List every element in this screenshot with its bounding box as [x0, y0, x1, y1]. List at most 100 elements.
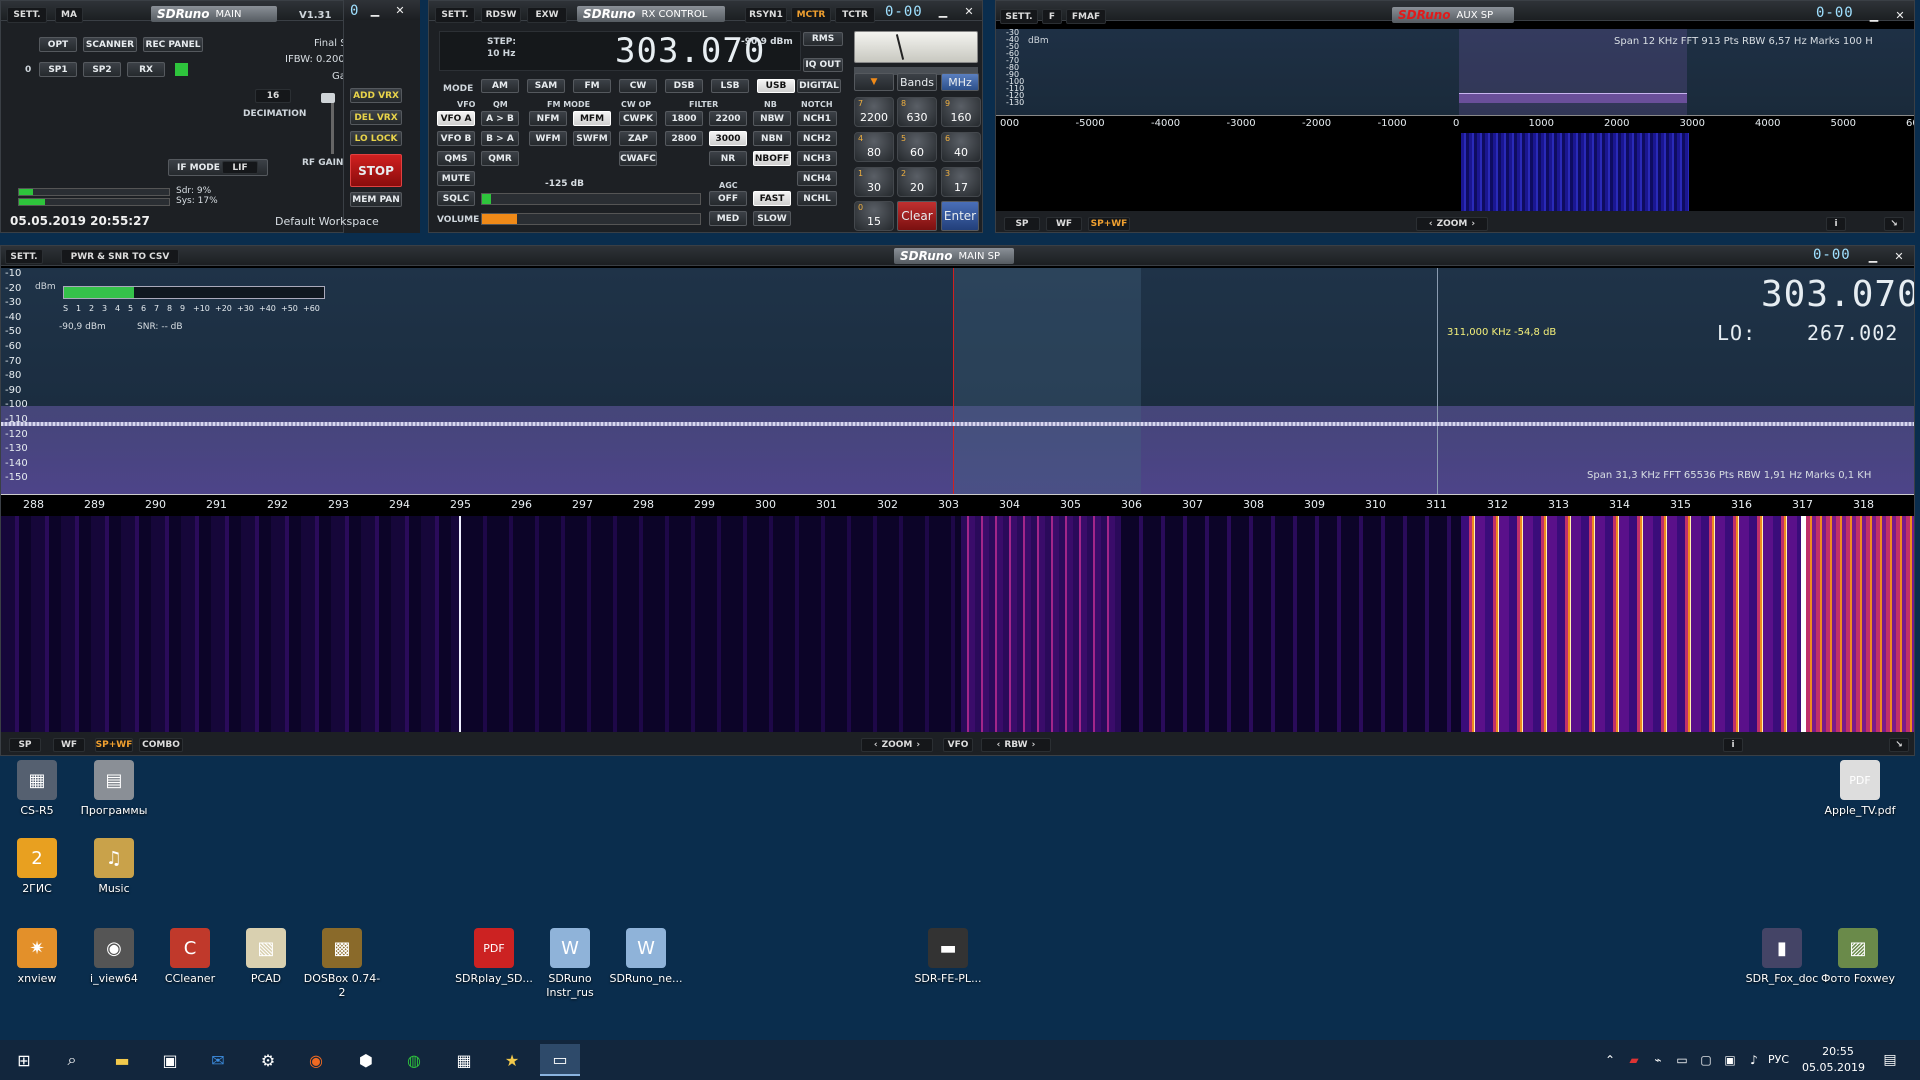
aux-close-button[interactable]: ✕ [1892, 7, 1908, 23]
rms-button[interactable]: RMS [803, 32, 843, 46]
main-sp-sett-button[interactable]: SETT. [5, 249, 43, 264]
mode-sam-button[interactable]: SAM [527, 79, 565, 93]
main-minimize-button[interactable]: ▁ [367, 2, 383, 18]
aux-minimize-button[interactable]: ▁ [1866, 7, 1882, 23]
del-vrx-button[interactable]: DEL VRX [350, 110, 402, 125]
rec-panel-button[interactable]: REC PANEL [143, 37, 203, 52]
nbn-button[interactable]: NBN [753, 131, 791, 146]
qmr-button[interactable]: QMR [481, 151, 519, 166]
desktop-icon-9[interactable]: PDF SDRplay_SD... [454, 928, 534, 986]
desktop-icon-4[interactable]: ✷ xnview [0, 928, 77, 986]
digital-button[interactable]: DIGITAL [797, 79, 841, 93]
desktop-icon-10[interactable]: W SDRuno Instr_rus [530, 928, 610, 1000]
settings-gear-icon[interactable]: ⚙ [248, 1044, 288, 1076]
whatsapp-icon[interactable]: ◍ [394, 1044, 434, 1076]
filter-2800-button[interactable]: 2800 [665, 131, 703, 146]
nch4-button[interactable]: NCH4 [797, 171, 837, 186]
nch2-button[interactable]: NCH2 [797, 131, 837, 146]
main-sett-button[interactable]: SETT. [7, 7, 47, 23]
rx-button[interactable]: RX [127, 62, 165, 77]
aux-zoom-control[interactable]: ‹ ZOOM › [1416, 217, 1488, 231]
rf-gain-slider-handle[interactable] [321, 93, 335, 103]
main-resize-icon[interactable]: ↘ [1889, 738, 1909, 752]
rsyn1-button[interactable]: RSYN1 [745, 7, 787, 23]
exw-button[interactable]: EXW [527, 7, 567, 23]
aux-info-button[interactable]: i [1826, 217, 1846, 231]
combo-button[interactable]: COMBO [139, 738, 183, 752]
nr-button[interactable]: NR [709, 151, 747, 166]
aux-waterfall[interactable] [996, 133, 1914, 211]
main-wf-button[interactable]: WF [53, 738, 85, 752]
scanner-button[interactable]: SCANNER [83, 37, 137, 52]
desktop-icon-12[interactable]: ▬ SDR-FE-PL... [908, 928, 988, 986]
vfo-a-button[interactable]: VFO A [437, 111, 475, 126]
desktop-icon-0[interactable]: ▦ CS-R5 [0, 760, 77, 818]
desktop-icon-13[interactable]: PDF Apple_TV.pdf [1820, 760, 1900, 818]
file-explorer-icon[interactable]: ▬ [102, 1044, 142, 1076]
nbw-button[interactable]: NBW [753, 111, 791, 126]
mail-icon[interactable]: ✉ [198, 1044, 238, 1076]
volume-slider[interactable] [481, 213, 701, 225]
filter-3000-button[interactable]: 3000 [709, 131, 747, 146]
lo-lock-button[interactable]: LO LOCK [350, 131, 402, 146]
mode-lsb-button[interactable]: LSB [711, 79, 749, 93]
sdruno-taskbar-icon[interactable]: ▭ [540, 1044, 580, 1076]
band-arrow-button[interactable]: ▼ [854, 73, 894, 91]
keypad-5-button[interactable]: 5 60 [897, 132, 937, 162]
bands-button[interactable]: Bands [897, 73, 937, 91]
mode-dsb-button[interactable]: DSB [665, 79, 703, 93]
main-info-button[interactable]: i [1723, 738, 1743, 752]
notification-center-icon[interactable]: ▤ [1870, 1044, 1910, 1076]
filter-1800-button[interactable]: 1800 [665, 111, 703, 126]
keypad-7-button[interactable]: 7 2200 [854, 97, 894, 127]
iq-out-button[interactable]: IQ OUT [803, 58, 843, 72]
keyboard-language[interactable]: РУС [1768, 1053, 1789, 1066]
search-icon[interactable]: ⌕ [52, 1044, 92, 1076]
aux-sett-button[interactable]: SETT. [1000, 9, 1038, 24]
desktop-icon-11[interactable]: W SDRuno_ne... [606, 928, 686, 986]
desktop-icon-8[interactable]: ▩ DOSBox 0.74-2 [302, 928, 382, 1000]
vfo-b-button[interactable]: VFO B [437, 131, 475, 146]
desktop-icon-1[interactable]: ▤ Программы [74, 760, 154, 818]
main-ma-button[interactable]: MA [55, 7, 83, 23]
sqlc-button[interactable]: SQLC [437, 191, 475, 206]
keypad-2-button[interactable]: 2 20 [897, 167, 937, 197]
squelch-slider[interactable] [481, 193, 701, 205]
firefox-icon[interactable]: ◉ [296, 1044, 336, 1076]
aux-f-button[interactable]: F [1042, 9, 1062, 24]
desktop-icon-5[interactable]: ◉ i_view64 [74, 928, 154, 986]
qms-button[interactable]: QMS [437, 151, 475, 166]
fmaf-button[interactable]: FMAF [1066, 9, 1106, 24]
desktop-icon-7[interactable]: ▧ PCAD [226, 928, 306, 986]
stop-button[interactable]: STOP [350, 154, 402, 187]
main-zoom-control[interactable]: ‹ ZOOM › [861, 738, 933, 752]
nchl-button[interactable]: NCHL [797, 191, 837, 206]
opt-button[interactable]: OPT [39, 37, 77, 52]
taskbar-date[interactable]: 05.05.2019 [1802, 1061, 1865, 1074]
keypad-8-button[interactable]: 8 630 [897, 97, 937, 127]
b-to-a-button[interactable]: B > A [481, 131, 519, 146]
decimation-value[interactable]: 16 [255, 89, 291, 103]
mode-usb-button[interactable]: USB [757, 79, 795, 93]
a-to-b-button[interactable]: A > B [481, 111, 519, 126]
rf-gain-slider-track[interactable] [331, 96, 334, 154]
aux-sp-button[interactable]: SP [1004, 217, 1040, 231]
store-icon[interactable]: ▣ [150, 1044, 190, 1076]
nch3-button[interactable]: NCH3 [797, 151, 837, 166]
agc-off-button[interactable]: OFF [709, 191, 747, 206]
aux-resize-icon[interactable]: ↘ [1884, 217, 1904, 231]
agc-med-button[interactable]: MED [709, 211, 747, 226]
main-vfo-button[interactable]: VFO [943, 738, 973, 752]
desktop-icon-15[interactable]: ▨ Фото Foxwey [1818, 928, 1898, 986]
tctr-button[interactable]: TCTR [835, 7, 875, 23]
calculator-icon[interactable]: ▦ [444, 1044, 484, 1076]
start-icon[interactable]: ⊞ [4, 1044, 44, 1076]
main-rbw-control[interactable]: ‹ RBW › [981, 738, 1051, 752]
rx-close-button[interactable]: ✕ [961, 3, 977, 19]
keypad-9-button[interactable]: 9 160 [941, 97, 981, 127]
mhz-button[interactable]: MHz [941, 73, 979, 91]
swfm-button[interactable]: SWFM [573, 131, 611, 146]
filter-2200-button[interactable]: 2200 [709, 111, 747, 126]
keypad-6-button[interactable]: 6 40 [941, 132, 981, 162]
mode-cw-button[interactable]: CW [619, 79, 657, 93]
